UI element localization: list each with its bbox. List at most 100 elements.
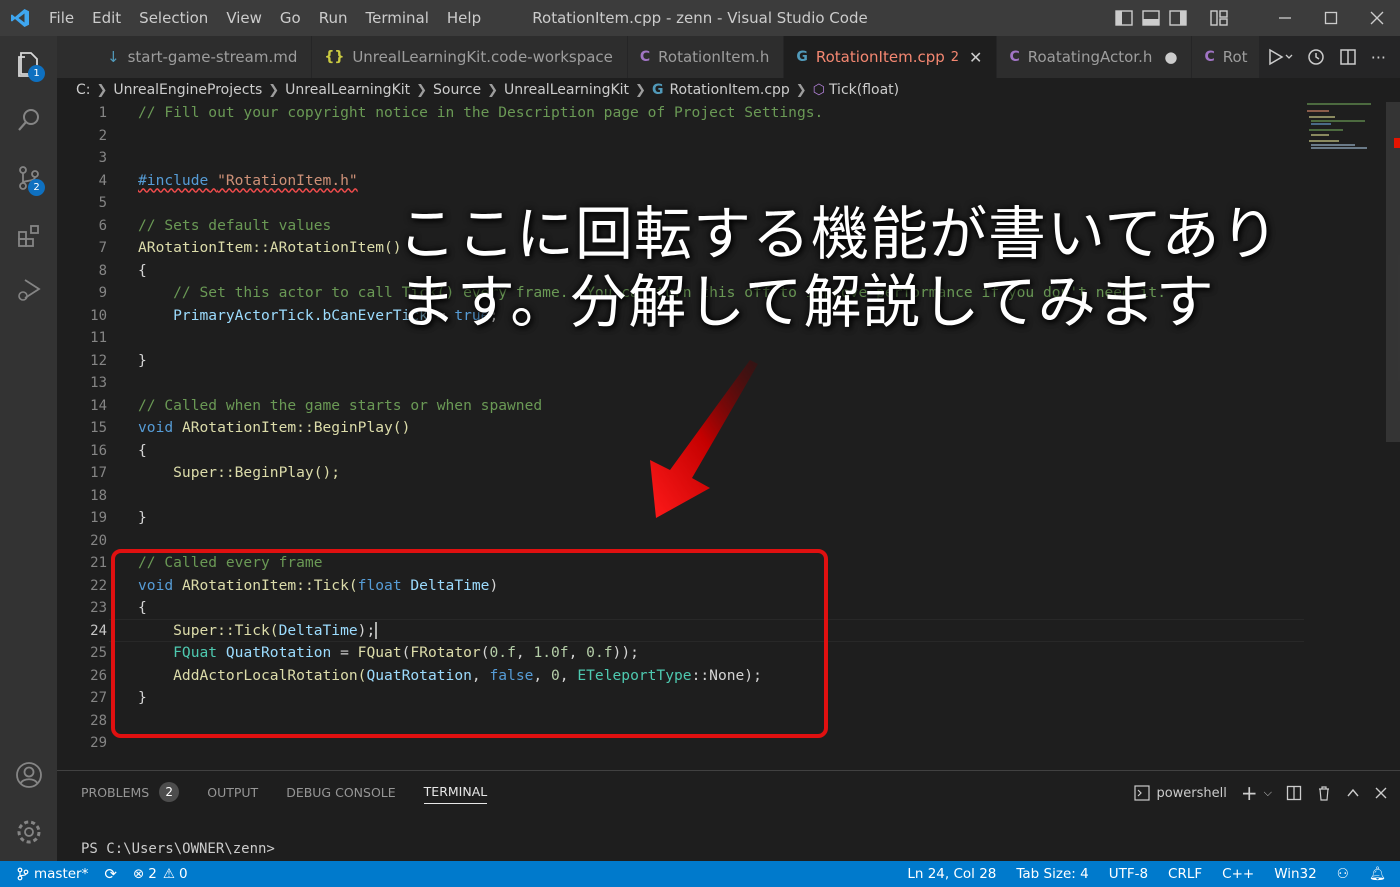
breadcrumb-item[interactable]: UnrealEngineProjects — [113, 82, 262, 98]
tab-label: start-game-stream.md — [127, 48, 298, 66]
terminal-prompt[interactable]: PS C:\Users\OWNER\zenn> — [81, 841, 275, 857]
toggle-sidebar-icon[interactable] — [1115, 10, 1133, 26]
line-number: 17 — [90, 465, 107, 481]
unsaved-dot-icon[interactable]: ● — [1164, 48, 1177, 66]
menu-run[interactable]: Run — [310, 0, 357, 36]
tab-problems[interactable]: PROBLEMS 2 — [81, 780, 180, 804]
breadcrumb-item[interactable]: C: — [76, 82, 91, 98]
menu-terminal[interactable]: Terminal — [357, 0, 438, 36]
editor-actions: ··· — [1258, 36, 1400, 78]
close-tab-icon[interactable]: ✕ — [969, 48, 982, 67]
line-number: 24 — [90, 622, 107, 639]
breadcrumb-item[interactable]: Source — [433, 82, 481, 98]
more-actions-icon[interactable]: ··· — [1371, 48, 1386, 67]
breadcrumb-item[interactable]: Tick(float) — [829, 82, 899, 98]
sync-icon[interactable]: ⟳ — [104, 865, 117, 883]
split-terminal-icon[interactable] — [1286, 785, 1302, 801]
line-number-gutter: 1 2 3 4 5 6 7 8 9 10 11 12 13 14 15 16 17 18 19 20 21 22 23 24 2… — [57, 102, 107, 755]
split-editor-icon[interactable] — [1339, 48, 1357, 66]
line-number: 12 — [90, 352, 107, 369]
tab-start-game-stream[interactable]: ↓ start-game-stream.md — [57, 36, 313, 78]
line-number: 29 — [90, 735, 107, 751]
notifications-bell-icon[interactable]: 🔔︎ — [1369, 866, 1386, 882]
vertical-scrollbar[interactable] — [1386, 102, 1400, 768]
menu-edit[interactable]: Edit — [83, 0, 130, 36]
tab-debug-console[interactable]: DEBUG CONSOLE — [286, 780, 395, 804]
menu-go[interactable]: Go — [271, 0, 310, 36]
code-line-4: #include "RotationItem.h" — [138, 171, 358, 189]
customize-layout-icon[interactable] — [1210, 10, 1228, 26]
platform-status[interactable]: Win32 — [1274, 866, 1317, 882]
terminal-shell-selector[interactable]: powershell — [1134, 785, 1227, 801]
chevron-down-icon[interactable]: ⌵ — [1264, 786, 1272, 800]
minimap[interactable] — [1307, 102, 1387, 162]
cursor-position-status[interactable]: Ln 24, Col 28 — [907, 866, 996, 882]
explorer-icon[interactable]: 1 — [0, 40, 57, 88]
menu-view[interactable]: View — [217, 0, 271, 36]
search-icon[interactable] — [0, 96, 57, 144]
line-number: 3 — [98, 150, 107, 166]
editor-tabs: ↓ start-game-stream.md {} UnrealLearning… — [57, 36, 1400, 78]
code-line-1: // Fill out your copyright notice in the… — [138, 104, 824, 121]
tab-workspace[interactable]: {} UnrealLearningKit.code-workspace — [312, 36, 628, 78]
maximize-button[interactable] — [1308, 0, 1354, 36]
chevron-right-icon: ❯ — [416, 82, 428, 98]
git-branch-icon — [17, 867, 29, 881]
close-window-button[interactable] — [1354, 0, 1400, 36]
live-share-icon[interactable]: ⚇ — [1337, 866, 1349, 882]
encoding-status[interactable]: UTF-8 — [1109, 866, 1148, 882]
tab-size-status[interactable]: Tab Size: 4 — [1016, 866, 1088, 882]
bottom-panel: PROBLEMS 2 OUTPUT DEBUG CONSOLE TERMINAL… — [57, 770, 1400, 861]
eol-status[interactable]: CRLF — [1168, 866, 1202, 882]
vscode-logo-icon[interactable] — [0, 0, 40, 36]
language-mode-status[interactable]: C++ — [1222, 866, 1254, 882]
tab-rot[interactable]: C Rot — [1192, 36, 1263, 78]
maximize-panel-icon[interactable] — [1346, 786, 1360, 800]
menu-selection[interactable]: Selection — [130, 0, 217, 36]
breadcrumb-item[interactable]: UnrealLearningKit — [504, 82, 629, 98]
run-and-debug-icon[interactable] — [0, 266, 57, 314]
tab-output[interactable]: OUTPUT — [207, 780, 258, 804]
line-number: 4 — [98, 172, 107, 189]
breadcrumb: C: ❯ UnrealEngineProjects ❯ UnrealLearning… — [57, 78, 1400, 102]
tab-label: Rot — [1222, 48, 1248, 66]
breadcrumb-item[interactable]: RotationItem.cpp — [669, 82, 789, 98]
line-number: 25 — [90, 645, 107, 661]
markdown-icon: ↓ — [107, 48, 120, 66]
menu-bar: File Edit Selection View Go Run Terminal… — [40, 0, 490, 36]
tab-label: RotationItem.h — [658, 48, 770, 66]
line-number: 23 — [90, 600, 107, 616]
minimize-button[interactable] — [1262, 0, 1308, 36]
toggle-secondary-sidebar-icon[interactable] — [1169, 10, 1187, 26]
tab-roatatingactor-h[interactable]: C RoatatingActor.h ● — [997, 36, 1193, 78]
breadcrumb-item[interactable]: UnrealLearningKit — [285, 82, 410, 98]
line-number: 10 — [90, 307, 107, 324]
title-bar: File Edit Selection View Go Run Terminal… — [0, 0, 1400, 36]
new-terminal-plus-icon[interactable]: + — [1241, 781, 1258, 805]
source-control-icon[interactable]: 2 — [0, 154, 57, 202]
tab-rotationitem-h[interactable]: C RotationItem.h — [627, 36, 785, 78]
toggle-panel-icon[interactable] — [1142, 10, 1160, 26]
settings-gear-icon[interactable] — [0, 808, 57, 856]
terminal-icon — [1134, 785, 1151, 801]
cpp-file-icon: G — [796, 49, 808, 65]
tab-rotationitem-cpp[interactable]: G RotationItem.cpp 2 ✕ — [784, 36, 998, 78]
close-panel-icon[interactable] — [1374, 786, 1388, 800]
timeline-history-icon[interactable] — [1307, 48, 1325, 66]
annotation-arrow-icon — [650, 360, 758, 518]
scrollbar-thumb[interactable] — [1386, 102, 1400, 442]
git-branch-status[interactable]: master* — [16, 866, 88, 882]
chevron-right-icon: ❯ — [96, 82, 108, 98]
json-braces-icon: {} — [324, 49, 345, 65]
line-number: 16 — [90, 442, 107, 459]
problems-status[interactable]: ⊗ 2 ⚠ 0 — [133, 866, 188, 882]
tab-terminal[interactable]: TERMINAL — [423, 780, 488, 804]
shell-name: powershell — [1156, 785, 1227, 801]
extensions-icon[interactable] — [0, 212, 57, 260]
trash-icon[interactable] — [1316, 785, 1332, 801]
menu-file[interactable]: File — [40, 0, 83, 36]
annotation-highlight-box — [111, 549, 828, 738]
run-file-icon[interactable] — [1267, 48, 1293, 66]
accounts-icon[interactable] — [0, 751, 57, 799]
menu-help[interactable]: Help — [438, 0, 490, 36]
